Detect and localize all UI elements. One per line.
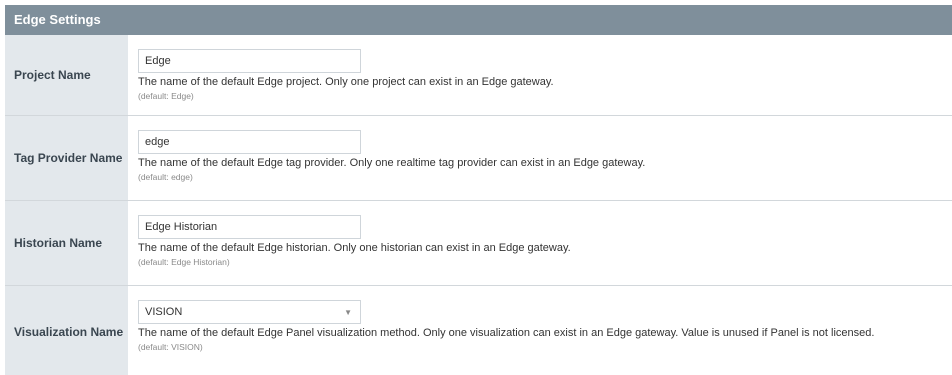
chevron-down-icon: ▼	[344, 307, 352, 317]
field-body: The name of the default Edge historian. …	[128, 201, 952, 285]
settings-row-project-name: Project Name The name of the default Edg…	[5, 35, 952, 116]
field-description: The name of the default Edge tag provide…	[138, 157, 646, 169]
field-description: The name of the default Edge project. On…	[138, 76, 554, 88]
field-description: The name of the default Edge historian. …	[138, 242, 571, 254]
select-value: VISION	[145, 306, 183, 318]
field-description: The name of the default Edge Panel visua…	[138, 327, 875, 339]
field-default: (default: edge)	[138, 172, 193, 182]
field-label: Tag Provider Name	[5, 116, 128, 200]
visualization-name-select[interactable]: VISION ▼	[138, 300, 361, 324]
project-name-input[interactable]	[138, 49, 361, 73]
field-body: The name of the default Edge tag provide…	[128, 116, 952, 200]
field-body: The name of the default Edge project. On…	[128, 35, 952, 115]
tag-provider-name-input[interactable]	[138, 130, 361, 154]
field-label: Historian Name	[5, 201, 128, 285]
edge-settings-panel: Edge Settings Project Name The name of t…	[5, 5, 952, 375]
field-default: (default: VISION)	[138, 342, 203, 352]
field-label: Visualization Name	[5, 286, 128, 375]
settings-row-historian-name: Historian Name The name of the default E…	[5, 201, 952, 286]
panel-title: Edge Settings	[5, 5, 952, 35]
field-default: (default: Edge)	[138, 91, 194, 101]
historian-name-input[interactable]	[138, 215, 361, 239]
field-label: Project Name	[5, 35, 128, 115]
settings-row-visualization-name: Visualization Name VISION ▼ The name of …	[5, 286, 952, 375]
field-default: (default: Edge Historian)	[138, 257, 230, 267]
settings-row-tag-provider-name: Tag Provider Name The name of the defaul…	[5, 116, 952, 201]
field-body: VISION ▼ The name of the default Edge Pa…	[128, 286, 952, 375]
